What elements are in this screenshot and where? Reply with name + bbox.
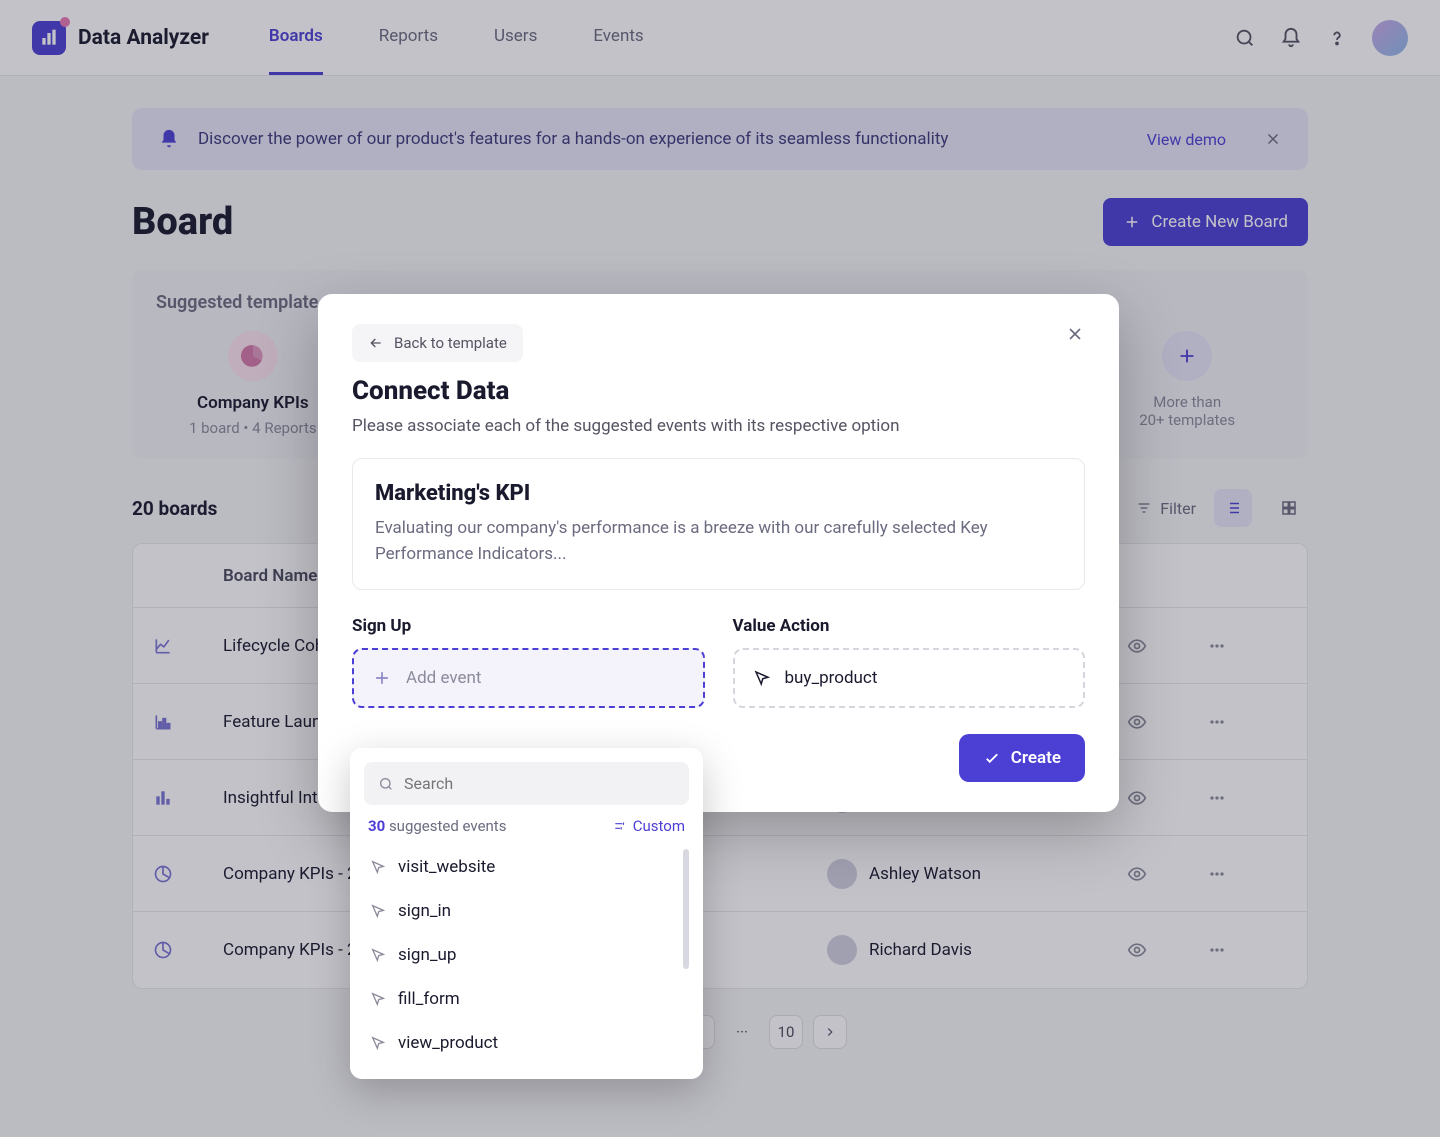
- events-dropdown: 30 suggested events Custom visit_website…: [350, 748, 703, 1079]
- scrollbar[interactable]: [683, 849, 689, 969]
- kpi-desc: Evaluating our company's performance is …: [375, 516, 1062, 567]
- sliders-icon: [613, 819, 627, 833]
- add-event-placeholder: Add event: [406, 668, 481, 688]
- back-label: Back to template: [394, 334, 507, 352]
- dropdown-meta: 30 suggested events Custom: [364, 817, 689, 835]
- create-button[interactable]: Create: [959, 734, 1085, 782]
- modal-title: Connect Data: [352, 376, 1085, 406]
- signup-label: Sign Up: [352, 616, 705, 636]
- dropdown-count-n: 30: [368, 817, 385, 835]
- value-action-text: buy_product: [785, 668, 878, 688]
- event-option-sign-in[interactable]: sign_in: [364, 889, 689, 933]
- close-icon[interactable]: [1065, 324, 1085, 344]
- event-option-fill-form[interactable]: fill_form: [364, 977, 689, 1021]
- value-action-input[interactable]: buy_product: [733, 648, 1086, 708]
- cursor-icon: [370, 903, 386, 919]
- search-input[interactable]: [404, 774, 675, 793]
- cursor-icon: [370, 947, 386, 963]
- cursor-icon: [370, 1035, 386, 1051]
- custom-button[interactable]: Custom: [613, 817, 685, 835]
- check-icon: [983, 749, 1001, 767]
- dropdown-search[interactable]: [364, 762, 689, 805]
- value-action-field: Value Action buy_product: [733, 616, 1086, 708]
- arrow-left-icon: [368, 335, 384, 351]
- dropdown-count-t: suggested events: [385, 817, 506, 835]
- cursor-icon: [370, 991, 386, 1007]
- add-event-input[interactable]: Add event: [352, 648, 705, 708]
- kpi-box: Marketing's KPI Evaluating our company's…: [352, 458, 1085, 590]
- event-option-sign-up[interactable]: sign_up: [364, 933, 689, 977]
- cursor-icon: [753, 669, 771, 687]
- signup-field: Sign Up Add event: [352, 616, 705, 708]
- connect-data-modal: Back to template Connect Data Please ass…: [318, 294, 1119, 812]
- event-option-visit-website[interactable]: visit_website: [364, 845, 689, 889]
- plus-icon: [372, 668, 392, 688]
- create-label: Create: [1011, 748, 1061, 768]
- search-icon: [378, 776, 394, 792]
- dropdown-list: visit_website sign_in sign_up fill_form …: [364, 845, 689, 1065]
- event-option-view-product[interactable]: view_product: [364, 1021, 689, 1065]
- back-to-template-button[interactable]: Back to template: [352, 324, 523, 362]
- cursor-icon: [370, 859, 386, 875]
- value-action-label: Value Action: [733, 616, 1086, 636]
- modal-subtitle: Please associate each of the suggested e…: [352, 416, 1085, 436]
- kpi-title: Marketing's KPI: [375, 481, 1062, 506]
